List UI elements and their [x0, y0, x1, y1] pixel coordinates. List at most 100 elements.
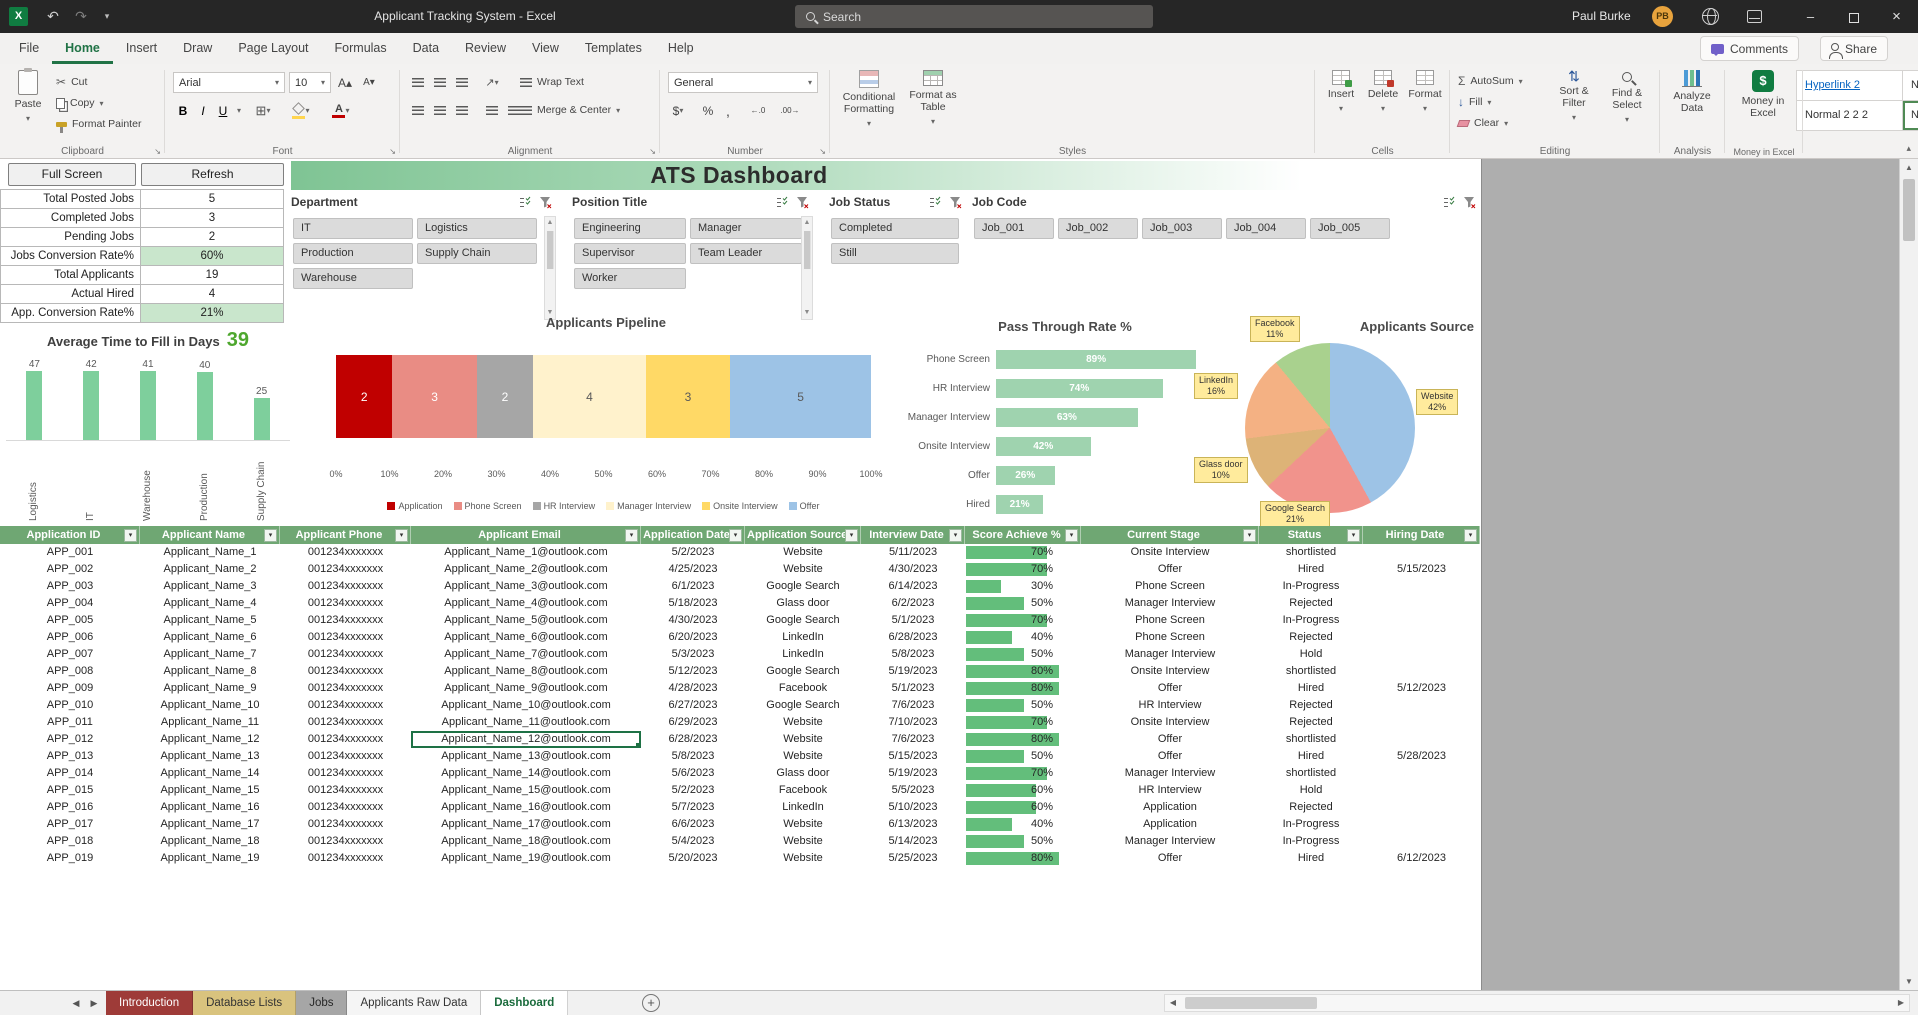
cell[interactable]: Applicant_Name_19@outlook.com — [411, 850, 641, 867]
pipeline-segment-onsite-interview[interactable]: 3 — [646, 355, 730, 438]
slicer-item-it[interactable]: IT — [293, 218, 413, 239]
cell[interactable]: APP_012 — [0, 731, 140, 748]
cell[interactable]: APP_001 — [0, 544, 140, 561]
cell[interactable]: 5/8/2023 — [861, 646, 965, 663]
cell[interactable]: Applicant_Name_5 — [140, 612, 280, 629]
cell[interactable]: Rejected — [1259, 799, 1363, 816]
scrollbar-thumb[interactable] — [1903, 179, 1915, 241]
cell[interactable]: Hired — [1259, 850, 1363, 867]
cell[interactable]: Applicant_Name_2 — [140, 561, 280, 578]
slicer-item-logistics[interactable]: Logistics — [417, 218, 537, 239]
cell[interactable]: 6/14/2023 — [861, 578, 965, 595]
cell[interactable]: 70% — [965, 544, 1081, 561]
cell[interactable]: LinkedIn — [745, 629, 861, 646]
user-name[interactable]: Paul Burke — [1572, 0, 1631, 33]
cell[interactable] — [1363, 816, 1480, 833]
decrease-font-icon[interactable]: A▾ — [359, 72, 379, 93]
slicer-item-engineering[interactable]: Engineering — [574, 218, 686, 239]
fill-button[interactable]: ↓ Fill▾ — [1458, 92, 1491, 112]
cell[interactable]: Applicant_Name_11 — [140, 714, 280, 731]
sheet-tab-introduction[interactable]: Introduction — [106, 991, 193, 1015]
cell-style-hyperlink-2[interactable]: Hyperlink 2 — [1797, 71, 1902, 100]
cell[interactable]: Offer — [1081, 850, 1259, 867]
decrease-indent-icon[interactable] — [482, 100, 502, 121]
cell[interactable]: 7/6/2023 — [861, 697, 965, 714]
share-button[interactable]: Share — [1820, 36, 1888, 61]
cell[interactable]: 5/1/2023 — [861, 680, 965, 697]
cell[interactable]: Rejected — [1259, 629, 1363, 646]
cell[interactable]: 001234xxxxxxx — [280, 731, 411, 748]
pipeline-segment-application[interactable]: 2 — [336, 355, 392, 438]
cell[interactable]: 80% — [965, 731, 1081, 748]
cell[interactable]: 6/1/2023 — [641, 578, 745, 595]
ribbon-tab-templates[interactable]: Templates — [572, 33, 655, 64]
cell[interactable]: 4/25/2023 — [641, 561, 745, 578]
cell[interactable]: Facebook — [745, 782, 861, 799]
format-as-table-button[interactable]: Format as Table▾ — [904, 70, 962, 128]
cell[interactable]: APP_011 — [0, 714, 140, 731]
cell[interactable] — [1363, 782, 1480, 799]
clipboard-dialog-launcher-icon[interactable]: ↘ — [154, 147, 161, 156]
cell[interactable]: APP_017 — [0, 816, 140, 833]
autosum-button[interactable]: Σ AutoSum▾ — [1458, 71, 1523, 91]
bar[interactable]: 42% — [996, 437, 1091, 456]
cell[interactable]: Website — [745, 833, 861, 850]
bar[interactable]: 26% — [996, 466, 1055, 485]
cell[interactable]: In-Progress — [1259, 578, 1363, 595]
cell[interactable]: Applicant_Name_3 — [140, 578, 280, 595]
cell[interactable]: Offer — [1081, 748, 1259, 765]
insert-cells-button[interactable]: Insert▾ — [1321, 70, 1361, 115]
align-top-icon[interactable] — [408, 72, 428, 93]
cell[interactable]: Applicant_Name_12 — [140, 731, 280, 748]
cell[interactable]: 50% — [965, 833, 1081, 850]
cell[interactable]: Rejected — [1259, 714, 1363, 731]
cell[interactable]: APP_005 — [0, 612, 140, 629]
cell[interactable]: Glass door — [745, 595, 861, 612]
cell[interactable]: 60% — [965, 799, 1081, 816]
cell[interactable]: 001234xxxxxxx — [280, 765, 411, 782]
cell[interactable]: Applicant_Name_15 — [140, 782, 280, 799]
cell[interactable] — [1363, 714, 1480, 731]
cell[interactable]: 001234xxxxxxx — [280, 833, 411, 850]
cell[interactable]: 6/2/2023 — [861, 595, 965, 612]
cell[interactable]: Applicant_Name_7@outlook.com — [411, 646, 641, 663]
cell[interactable]: Hired — [1259, 748, 1363, 765]
cell[interactable]: 40% — [965, 816, 1081, 833]
cell[interactable]: 4/30/2023 — [861, 561, 965, 578]
cell[interactable]: Applicant_Name_4 — [140, 595, 280, 612]
cell[interactable]: Applicant_Name_10 — [140, 697, 280, 714]
slicer-item-warehouse[interactable]: Warehouse — [293, 268, 413, 289]
align-middle-icon[interactable] — [430, 72, 450, 93]
cell[interactable]: Applicant_Name_18@outlook.com — [411, 833, 641, 850]
pipeline-segment-phone-screen[interactable]: 3 — [392, 355, 476, 438]
wrap-text-button[interactable]: Wrap Text — [520, 72, 584, 92]
cell[interactable]: 5/18/2023 — [641, 595, 745, 612]
cell[interactable]: Facebook — [745, 680, 861, 697]
cell[interactable]: APP_007 — [0, 646, 140, 663]
cell[interactable]: 001234xxxxxxx — [280, 714, 411, 731]
format-painter-button[interactable]: Format Painter — [56, 114, 141, 134]
italic-button[interactable]: I — [193, 100, 213, 121]
cell[interactable]: Manager Interview — [1081, 646, 1259, 663]
bar[interactable] — [26, 371, 42, 440]
clear-filter-icon[interactable] — [1463, 196, 1476, 209]
number-dialog-launcher-icon[interactable]: ↘ — [819, 147, 826, 156]
filter-dropdown-icon[interactable]: ▾ — [1464, 529, 1477, 542]
bar[interactable] — [83, 371, 99, 440]
cell[interactable]: Website — [745, 544, 861, 561]
scrollbar-thumb[interactable] — [1185, 997, 1317, 1009]
slicer-item-production[interactable]: Production — [293, 243, 413, 264]
cell[interactable] — [1363, 544, 1480, 561]
cell[interactable]: 50% — [965, 646, 1081, 663]
cell[interactable]: 001234xxxxxxx — [280, 850, 411, 867]
cell[interactable]: APP_010 — [0, 697, 140, 714]
number-format-select[interactable]: General▾ — [668, 72, 818, 93]
cell[interactable]: 001234xxxxxxx — [280, 782, 411, 799]
cell[interactable]: Website — [745, 561, 861, 578]
cell[interactable]: 50% — [965, 595, 1081, 612]
cell[interactable]: 70% — [965, 765, 1081, 782]
cell[interactable]: 6/27/2023 — [641, 697, 745, 714]
underline-dropdown-icon[interactable]: ▾ — [229, 100, 249, 121]
cell[interactable]: Application — [1081, 816, 1259, 833]
cell[interactable]: 5/28/2023 — [1363, 748, 1480, 765]
